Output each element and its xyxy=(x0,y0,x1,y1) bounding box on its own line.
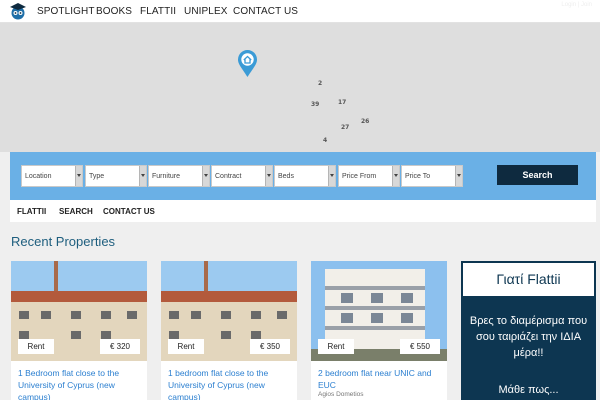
chevron-down-icon xyxy=(328,166,335,186)
price-from-select[interactable]: Price From xyxy=(338,165,400,187)
listing-type-badge: Rent xyxy=(168,339,204,354)
chevron-down-icon xyxy=(265,166,272,186)
why-flattii-promo[interactable]: Γιατί Flattii Βρες το διαμέρισμα που σου… xyxy=(461,261,596,400)
nav-flattii[interactable]: FLATTII xyxy=(140,6,176,17)
learn-how-link[interactable]: Μάθε πως... xyxy=(461,384,596,396)
property-photo[interactable]: Rent € 320 xyxy=(11,261,147,361)
beds-select[interactable]: Beds xyxy=(274,165,336,187)
secondary-navigation: FLATTII SEARCH CONTACT US xyxy=(10,200,596,222)
location-select[interactable]: Location xyxy=(21,165,83,187)
type-select[interactable]: Type xyxy=(85,165,147,187)
subnav-search[interactable]: SEARCH xyxy=(59,207,93,216)
property-title-link[interactable]: 1 Bedroom flat close to the University o… xyxy=(18,367,144,400)
contract-select[interactable]: Contract xyxy=(211,165,273,187)
nav-spotlight[interactable]: SPOTLIGHT xyxy=(37,6,95,17)
contract-select-label: Contract xyxy=(215,173,242,180)
listing-type-badge: Rent xyxy=(18,339,54,354)
nav-contact-us[interactable]: CONTACT US xyxy=(233,6,298,17)
chevron-down-icon xyxy=(202,166,209,186)
furniture-select-label: Furniture xyxy=(152,173,181,180)
property-search-bar: Location Type Furniture Contract Beds Pr… xyxy=(10,152,596,200)
map-cluster-count[interactable]: 4 xyxy=(323,137,327,144)
chevron-down-icon xyxy=(455,166,462,186)
subnav-flattii[interactable]: FLATTII xyxy=(17,207,46,216)
map-cluster-count[interactable]: 26 xyxy=(361,118,369,125)
type-select-label: Type xyxy=(89,173,105,180)
nav-books[interactable]: BOOKS xyxy=(96,6,132,17)
beds-select-label: Beds xyxy=(278,173,294,180)
chevron-down-icon xyxy=(75,166,82,186)
price-badge: € 350 xyxy=(250,339,290,354)
listing-type-badge: Rent xyxy=(318,339,354,354)
map-cluster-count[interactable]: 39 xyxy=(311,101,319,108)
section-title: Recent Properties xyxy=(11,234,116,249)
top-navigation: SPOTLIGHT BOOKS FLATTII UNIPLEX CONTACT … xyxy=(0,0,600,23)
map-cluster-count[interactable]: 17 xyxy=(338,99,346,106)
chevron-down-icon xyxy=(139,166,146,186)
home-pin-icon[interactable] xyxy=(237,49,258,78)
subnav-contact-us[interactable]: CONTACT US xyxy=(103,207,155,216)
location-select-label: Location xyxy=(25,173,52,180)
search-button[interactable]: Search xyxy=(497,165,578,185)
price-to-select-label: Price To xyxy=(405,173,431,180)
furniture-select[interactable]: Furniture xyxy=(148,165,210,187)
promo-heading: Γιατί Flattii xyxy=(461,261,596,298)
property-card[interactable]: Rent € 350 1 bedroom flat close to the U… xyxy=(161,261,297,400)
price-badge: € 320 xyxy=(100,339,140,354)
price-badge: € 550 xyxy=(400,339,440,354)
price-from-select-label: Price From xyxy=(342,173,377,180)
property-photo[interactable]: Rent € 550 xyxy=(311,261,447,361)
map-cluster-count[interactable]: 27 xyxy=(341,124,349,131)
map-cluster-count[interactable]: 2 xyxy=(318,80,322,87)
property-card[interactable]: Rent € 320 1 Bedroom flat close to the U… xyxy=(11,261,147,400)
chevron-down-icon xyxy=(392,166,399,186)
login-join-link[interactable]: Login | Join xyxy=(561,2,592,8)
property-title-link[interactable]: 1 bedroom flat close to the University o… xyxy=(168,367,294,400)
promo-text: Βρες το διαμέρισμα που σου ταιριάζει την… xyxy=(469,315,588,359)
property-photo[interactable]: Rent € 350 xyxy=(161,261,297,361)
nav-uniplex[interactable]: UNIPLEX xyxy=(184,6,228,17)
property-map[interactable]: 2 39 17 27 26 4 xyxy=(0,23,600,175)
property-title-link[interactable]: 2 bedroom flat near UNIC and EUC xyxy=(318,367,444,391)
graduation-owl-icon[interactable] xyxy=(9,2,27,20)
property-location: Agios Dometios xyxy=(318,391,364,398)
property-card[interactable]: Rent € 550 2 bedroom flat near UNIC and … xyxy=(311,261,447,400)
price-to-select[interactable]: Price To xyxy=(401,165,463,187)
